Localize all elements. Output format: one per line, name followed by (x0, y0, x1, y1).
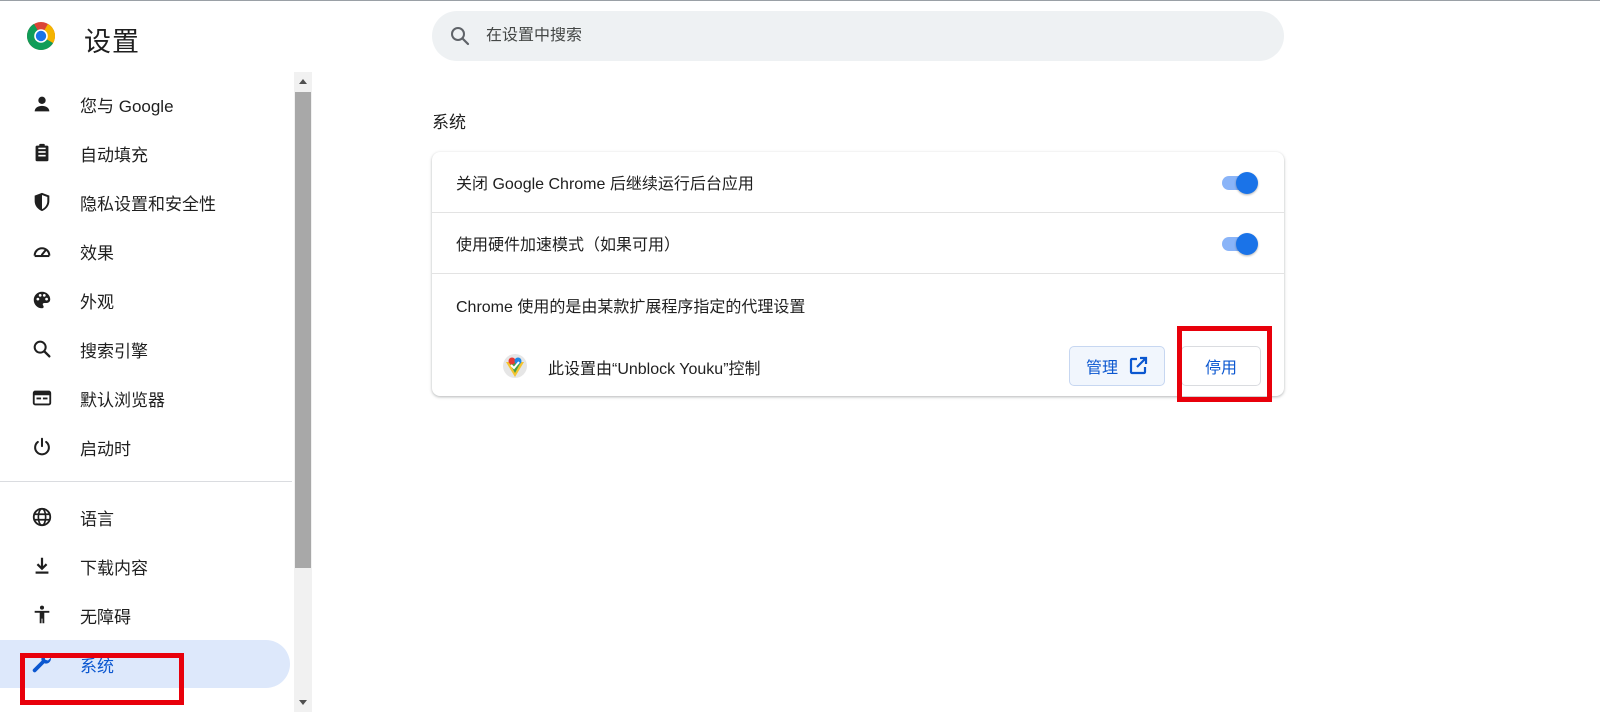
sidebar-item-label: 搜索引擎 (80, 341, 148, 361)
setting-label: 关闭 Google Chrome 后继续运行后台应用 (456, 176, 754, 193)
sidebar-item-label: 效果 (80, 243, 114, 263)
sidebar-item-performance[interactable]: 效果 (0, 227, 290, 275)
accessibility-icon (30, 603, 54, 627)
search-icon (30, 337, 54, 361)
search-icon (451, 27, 470, 46)
setting-label: Chrome 使用的是由某款扩展程序指定的代理设置 (456, 299, 806, 316)
sidebar-item-label: 系统 (80, 656, 114, 676)
sidebar-item-privacy[interactable]: 隐私设置和安全性 (0, 178, 290, 226)
sidebar-item-autofill[interactable]: 自动填充 (0, 129, 290, 177)
sidebar-item-search-engine[interactable]: 搜索引擎 (0, 325, 290, 373)
sidebar-item-languages[interactable]: 语言 (0, 493, 290, 541)
sidebar-item-label: 您与 Google (80, 96, 174, 116)
scroll-up-arrow-icon[interactable] (294, 72, 312, 90)
extension-control-text: 此设置由“Unblock Youku”控制 (548, 361, 761, 378)
sidebar-item-label: 自动填充 (80, 145, 148, 165)
power-icon (30, 435, 54, 459)
sidebar-divider (0, 481, 292, 482)
download-icon (30, 554, 54, 578)
sidebar-item-label: 隐私设置和安全性 (80, 194, 216, 214)
open-in-new-icon (1129, 356, 1148, 375)
sidebar-item-system[interactable]: 系统 (0, 640, 290, 688)
sidebar-scrollbar[interactable] (294, 72, 312, 712)
shield-icon (30, 190, 54, 214)
person-icon (30, 92, 54, 116)
settings-search-box[interactable] (432, 11, 1284, 61)
setting-row-background-apps: 关闭 Google Chrome 后继续运行后台应用 (432, 152, 1284, 213)
background-apps-toggle[interactable] (1220, 170, 1258, 194)
manage-extension-button[interactable]: 管理 (1069, 346, 1165, 386)
scroll-down-arrow-icon[interactable] (294, 694, 312, 712)
setting-row-proxy-extension: 此设置由“Unblock Youku”控制 管理 停用 (432, 336, 1284, 394)
browser-window-icon (30, 386, 54, 410)
clipboard-icon (30, 141, 54, 165)
palette-icon (30, 288, 54, 312)
sidebar-item-you-and-google[interactable]: 您与 Google (0, 80, 290, 128)
setting-row-proxy: Chrome 使用的是由某款扩展程序指定的代理设置 (432, 274, 1284, 336)
setting-label: 使用硬件加速模式（如果可用） (456, 237, 681, 254)
sidebar-item-label: 默认浏览器 (80, 390, 165, 410)
globe-icon (30, 505, 54, 529)
sidebar-item-downloads[interactable]: 下载内容 (0, 542, 290, 590)
disable-extension-button[interactable]: 停用 (1181, 346, 1261, 386)
hardware-acceleration-toggle[interactable] (1220, 231, 1258, 255)
scrollbar-thumb[interactable] (295, 92, 311, 568)
extension-icon (503, 354, 527, 378)
search-input[interactable] (486, 27, 1246, 45)
system-settings-card: 关闭 Google Chrome 后继续运行后台应用 使用硬件加速模式（如果可用… (432, 152, 1284, 396)
sidebar-item-accessibility[interactable]: 无障碍 (0, 591, 290, 639)
sidebar-item-label: 启动时 (80, 439, 131, 459)
wrench-icon (30, 652, 54, 676)
disable-button-label: 停用 (1204, 360, 1237, 377)
section-title-system: 系统 (432, 113, 466, 132)
sidebar-item-appearance[interactable]: 外观 (0, 276, 290, 324)
page-title: 设置 (84, 27, 140, 57)
sidebar: 您与 Google 自动填充 隐私设置和安全性 效果 外观 搜索引擎 默认浏览器… (0, 70, 292, 712)
window-top-border (0, 0, 1600, 1)
chrome-logo-icon (27, 22, 55, 50)
sidebar-item-label: 外观 (80, 292, 114, 312)
sidebar-item-label: 下载内容 (80, 558, 148, 578)
setting-row-hardware-acceleration: 使用硬件加速模式（如果可用） (432, 213, 1284, 274)
sidebar-item-on-startup[interactable]: 启动时 (0, 423, 290, 471)
sidebar-item-label: 语言 (80, 509, 114, 529)
sidebar-item-label: 无障碍 (80, 607, 131, 627)
manage-button-label: 管理 (1085, 360, 1118, 377)
sidebar-item-default-browser[interactable]: 默认浏览器 (0, 374, 290, 422)
speedometer-icon (30, 239, 54, 263)
